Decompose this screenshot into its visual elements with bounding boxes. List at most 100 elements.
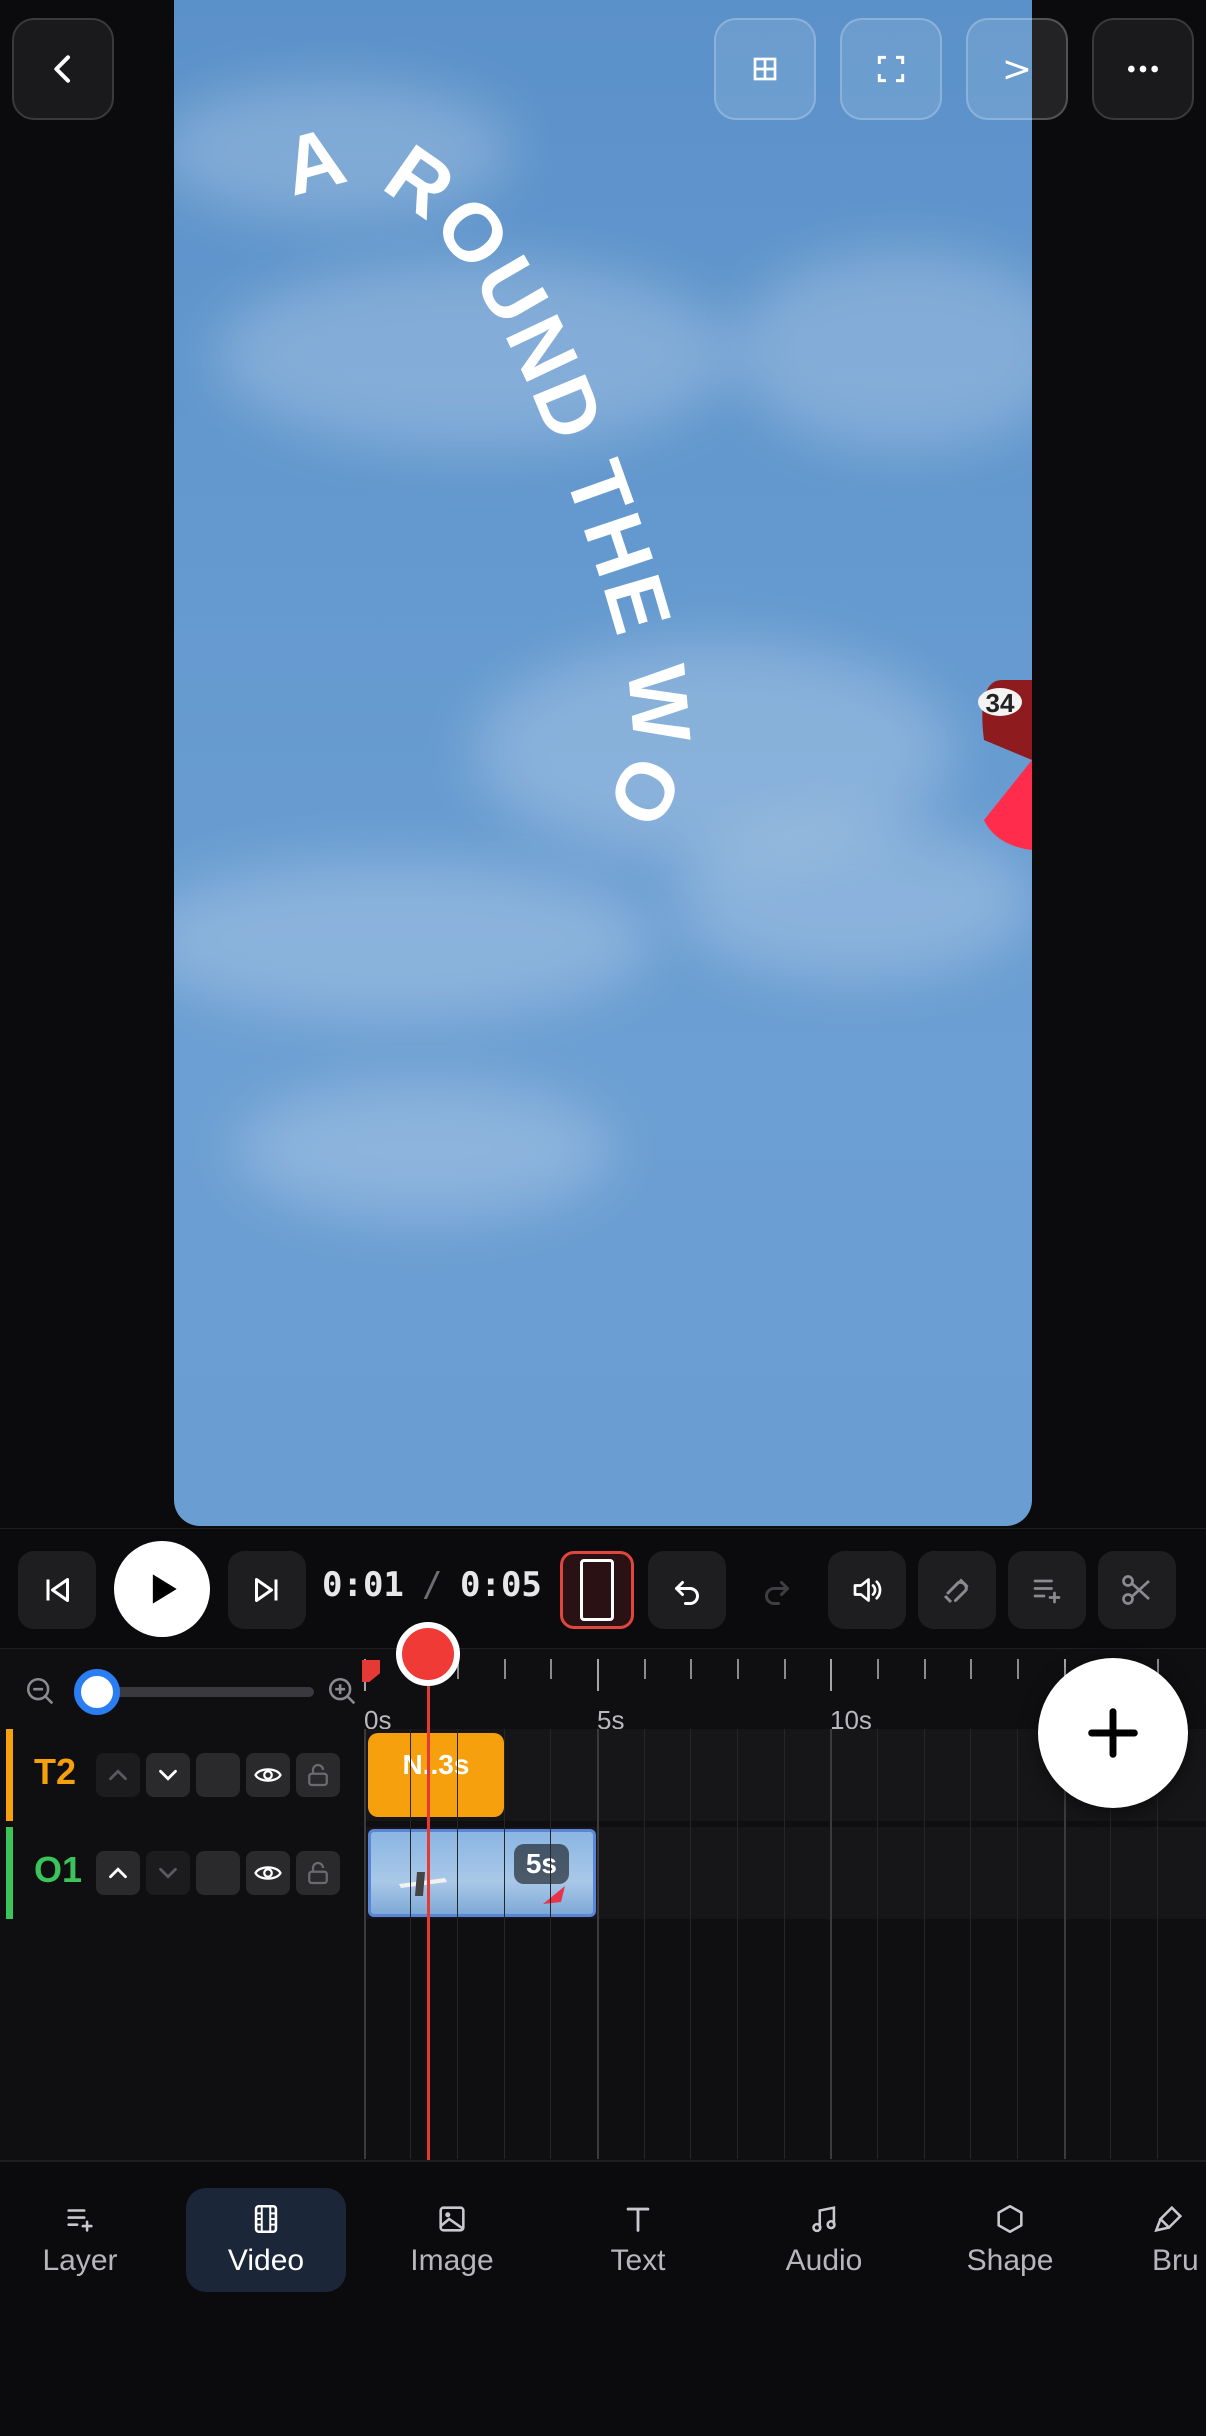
track-o1[interactable]: O1 5s — [0, 1827, 1206, 1919]
clip-label: N..3s — [402, 1749, 470, 1780]
ruler-tick — [690, 1659, 692, 1679]
zoom-in-icon[interactable] — [326, 1675, 360, 1709]
ruler-tick — [784, 1659, 786, 1679]
chevron-left-icon — [54, 55, 70, 83]
next-button[interactable]: > — [966, 18, 1068, 120]
layer-icon — [67, 2209, 93, 2232]
move-up-button[interactable] — [96, 1851, 140, 1895]
skip-end-button[interactable] — [228, 1551, 306, 1629]
track-name: O1 — [34, 1849, 83, 1890]
current-time: 0:01 — [322, 1565, 404, 1605]
nav-brush[interactable]: Bru — [1116, 2188, 1206, 2292]
grid-button[interactable] — [714, 18, 816, 120]
track-color-stripe — [6, 1729, 13, 1821]
time-separator: / — [422, 1565, 443, 1605]
ruler-tick — [877, 1659, 879, 1679]
nav-audio[interactable]: Audio — [744, 2188, 904, 2292]
nav-shape[interactable]: Shape — [930, 2188, 1090, 2292]
plane-number: 34 — [986, 688, 1015, 718]
nav-label: Shape — [966, 2244, 1054, 2277]
track-color-stripe — [6, 1827, 13, 1919]
zoom-control — [0, 1649, 366, 1729]
chevron-up-icon — [109, 1769, 127, 1781]
track-t2[interactable]: T2 N..3s — [0, 1729, 1206, 1821]
zoom-slider-knob[interactable] — [74, 1669, 120, 1715]
grid-line — [877, 1729, 878, 2159]
add-track-button[interactable] — [1008, 1551, 1086, 1629]
undo-button[interactable] — [648, 1551, 726, 1629]
plane-thumbnail-icon — [543, 1886, 565, 1904]
playhead-handle[interactable] — [396, 1622, 460, 1686]
volume-button[interactable] — [828, 1551, 906, 1629]
grid-line — [784, 1729, 785, 2159]
nav-layer[interactable]: Layer — [0, 2188, 160, 2292]
curved-text: A ROUND THE WOR — [174, 0, 703, 844]
undo-icon — [675, 1581, 699, 1605]
grid-line — [690, 1729, 691, 2159]
lock-button[interactable] — [296, 1851, 340, 1895]
eye-icon — [254, 1768, 282, 1782]
grid-line — [504, 1729, 505, 2159]
text-clip[interactable]: N..3s — [368, 1733, 504, 1817]
airplane-tail: 34 — [978, 680, 1032, 850]
move-down-button[interactable] — [146, 1753, 190, 1797]
split-button[interactable] — [1098, 1551, 1176, 1629]
skip-end-icon — [255, 1578, 278, 1602]
add-media-fab[interactable] — [1038, 1658, 1188, 1808]
playhead-line — [427, 1644, 430, 2160]
svg-text:A ROUND THE WOR: A ROUND THE WOR — [174, 0, 707, 844]
ruler-tick — [970, 1659, 972, 1679]
ruler-tick — [550, 1659, 552, 1679]
nav-image[interactable]: Image — [372, 2188, 532, 2292]
nav-label: Bru — [1152, 2244, 1199, 2277]
play-icon — [152, 1574, 177, 1604]
move-down-button[interactable] — [146, 1851, 190, 1895]
snap-button[interactable] — [918, 1551, 996, 1629]
redo-button[interactable] — [738, 1551, 816, 1629]
ruler-tick — [830, 1659, 832, 1691]
ruler-tick — [737, 1659, 739, 1679]
volume-icon — [853, 1578, 882, 1602]
play-button[interactable] — [114, 1541, 210, 1637]
aspect-ratio-button[interactable] — [560, 1551, 634, 1629]
image-icon — [439, 2206, 465, 2232]
total-time: 0:05 — [460, 1565, 542, 1605]
ruler-tick — [1017, 1659, 1019, 1679]
curved-text-layer[interactable]: A ROUND THE WOR — [174, 0, 1032, 1526]
nav-video[interactable]: Video — [186, 2188, 346, 2292]
visibility-button[interactable] — [246, 1851, 290, 1895]
ruler-tick — [597, 1659, 599, 1691]
track-color-button[interactable] — [196, 1851, 240, 1895]
grid-line — [457, 1729, 458, 2159]
chevron-down-icon — [159, 1867, 177, 1879]
grid-line — [970, 1729, 971, 2159]
preview-canvas[interactable]: A ROUND THE WOR 34 — [174, 0, 1032, 1526]
video-clip[interactable]: 5s — [368, 1829, 596, 1917]
grid-line — [597, 1729, 599, 2159]
move-up-button[interactable] — [96, 1753, 140, 1797]
grid-line — [924, 1729, 925, 2159]
skip-start-button[interactable] — [18, 1551, 96, 1629]
more-button[interactable] — [1092, 18, 1194, 120]
nav-label: Video — [227, 2244, 305, 2277]
visibility-button[interactable] — [246, 1753, 290, 1797]
text-icon — [626, 2207, 650, 2232]
track-name: T2 — [34, 1751, 77, 1792]
zoom-out-icon[interactable] — [24, 1675, 58, 1709]
nav-label: Text — [610, 2244, 666, 2277]
fullscreen-button[interactable] — [840, 18, 942, 120]
more-dots-icon — [1128, 65, 1158, 73]
lock-button[interactable] — [296, 1753, 340, 1797]
back-button[interactable] — [12, 18, 114, 120]
bottom-nav: Layer Video Image Text Audio Shape Bru — [0, 2160, 1206, 2436]
timeline-panel[interactable]: 0s 5s 10s T2 N..3s O1 5s — [0, 1648, 1206, 2160]
plane-thumbnail-icon — [399, 1872, 447, 1896]
brush-icon — [1154, 2205, 1183, 2233]
fullscreen-icon — [877, 55, 905, 83]
grid-line — [644, 1729, 645, 2159]
track-color-button[interactable] — [196, 1753, 240, 1797]
plus-icon — [1088, 1708, 1138, 1758]
nav-label: Image — [410, 2244, 494, 2277]
nav-label: Layer — [42, 2244, 118, 2277]
nav-text[interactable]: Text — [558, 2188, 718, 2292]
